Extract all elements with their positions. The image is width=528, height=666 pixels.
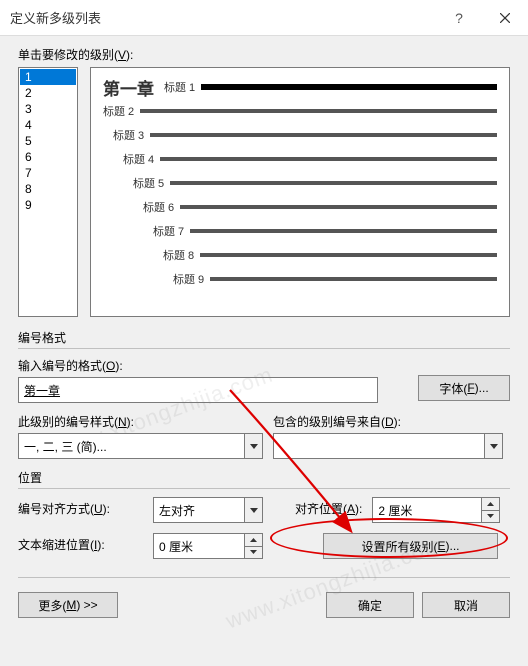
- level-item-3[interactable]: 3: [20, 101, 76, 117]
- style-combo[interactable]: 一, 二, 三 (简)...: [18, 433, 263, 459]
- preview-row-4: 标题 4: [103, 150, 497, 168]
- chevron-down-icon: [484, 434, 502, 458]
- set-all-levels-button[interactable]: 设置所有级别(E)...: [323, 533, 498, 559]
- level-item-1[interactable]: 1: [20, 69, 76, 85]
- group-format-label: 编号格式: [18, 329, 510, 346]
- preview-row-1: 第一章标题 1: [103, 78, 497, 96]
- preview-row-3: 标题 3: [103, 126, 497, 144]
- font-button[interactable]: 字体(F)...: [418, 375, 510, 401]
- spin-up-icon[interactable]: [482, 498, 499, 511]
- preview-row-5: 标题 5: [103, 174, 497, 192]
- preview-row-7: 标题 7: [103, 222, 497, 240]
- spin-up-icon[interactable]: [245, 534, 262, 547]
- window-title: 定义新多级列表: [10, 8, 436, 27]
- include-combo[interactable]: [273, 433, 503, 459]
- level-item-2[interactable]: 2: [20, 85, 76, 101]
- titlebar: 定义新多级列表 ?: [0, 0, 528, 36]
- preview-row-8: 标题 8: [103, 246, 497, 264]
- cancel-button[interactable]: 取消: [422, 592, 510, 618]
- level-listbox[interactable]: 123456789: [18, 67, 78, 317]
- level-label: 单击要修改的级别(V):: [18, 46, 510, 63]
- format-input[interactable]: [18, 377, 378, 403]
- close-button[interactable]: [482, 0, 528, 36]
- level-item-8[interactable]: 8: [20, 181, 76, 197]
- group-position-label: 位置: [18, 469, 510, 486]
- format-label: 输入编号的格式(O):: [18, 357, 408, 374]
- include-label: 包含的级别编号来自(D):: [273, 413, 510, 430]
- indent-spinner[interactable]: 0 厘米: [153, 533, 263, 559]
- help-button[interactable]: ?: [436, 0, 482, 36]
- more-button[interactable]: 更多(M) >>: [18, 592, 118, 618]
- alignpos-label: 对齐位置(A):: [295, 500, 362, 517]
- align-label: 编号对齐方式(U):: [18, 500, 143, 517]
- preview-pane: 第一章标题 1 标题 2 标题 3 标题 4 标题 5 标题 6 标题 7 标题 8 标题 9: [90, 67, 510, 317]
- indent-label: 文本缩进位置(I):: [18, 536, 143, 553]
- chevron-down-icon: [244, 498, 262, 522]
- ok-button[interactable]: 确定: [326, 592, 414, 618]
- spin-down-icon[interactable]: [245, 547, 262, 559]
- align-combo[interactable]: 左对齐: [153, 497, 263, 523]
- level-item-4[interactable]: 4: [20, 117, 76, 133]
- preview-row-2: 标题 2: [103, 102, 497, 120]
- preview-row-6: 标题 6: [103, 198, 497, 216]
- preview-row-9: 标题 9: [103, 270, 497, 288]
- alignpos-spinner[interactable]: 2 厘米: [372, 497, 500, 523]
- chevron-down-icon: [244, 434, 262, 458]
- level-item-6[interactable]: 6: [20, 149, 76, 165]
- level-item-7[interactable]: 7: [20, 165, 76, 181]
- level-item-9[interactable]: 9: [20, 197, 76, 213]
- style-label: 此级别的编号样式(N):: [18, 413, 263, 430]
- close-icon: [500, 13, 510, 23]
- level-item-5[interactable]: 5: [20, 133, 76, 149]
- spin-down-icon[interactable]: [482, 511, 499, 523]
